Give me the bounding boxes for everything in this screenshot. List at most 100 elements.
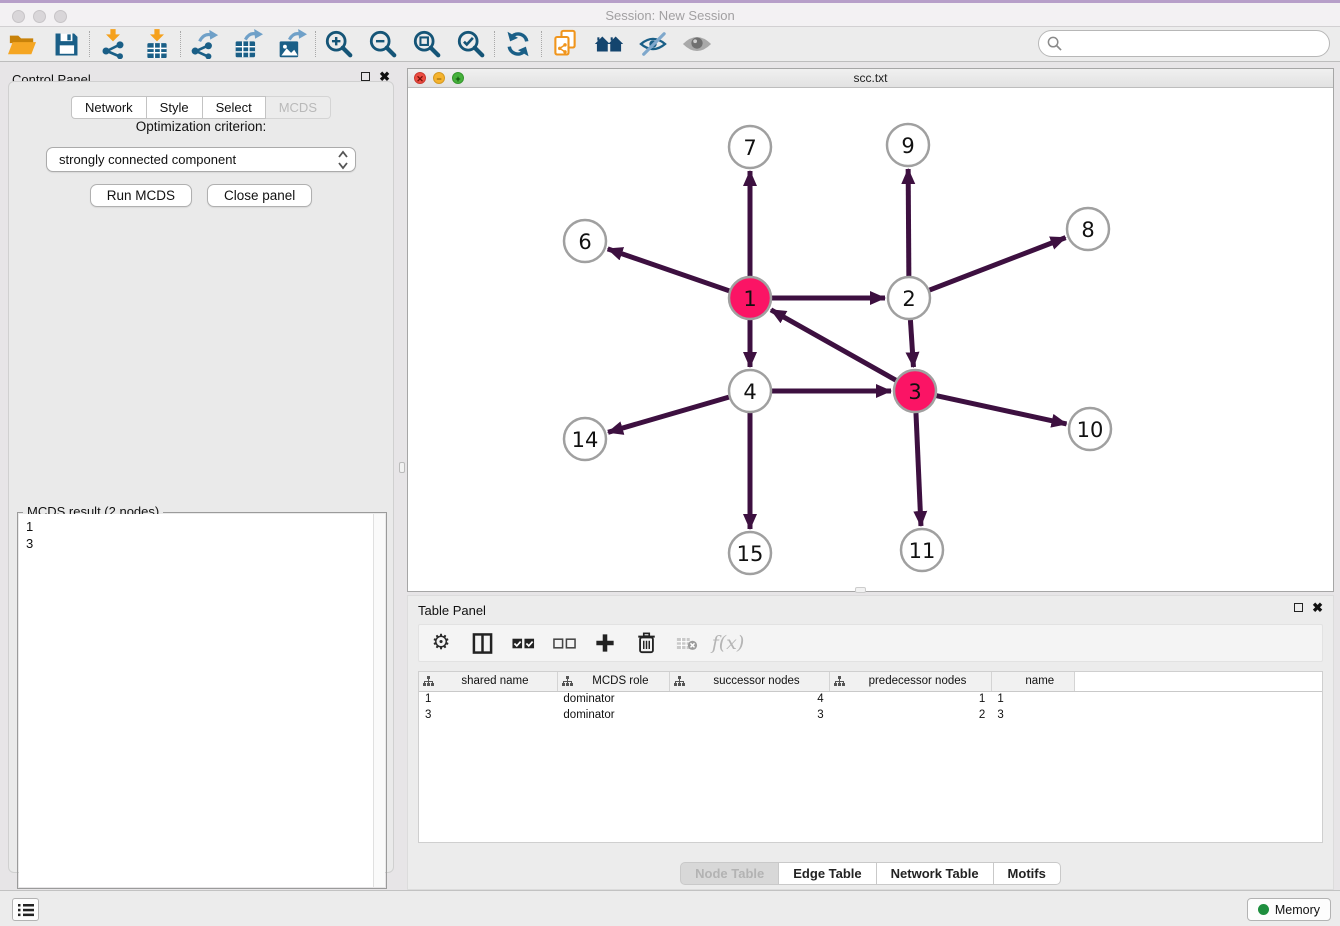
table-row[interactable]: 1dominator411 [419, 691, 1322, 707]
import-network-icon[interactable] [98, 29, 128, 59]
mcds-result-group: MCDS result (2 nodes) 1 3 [17, 512, 387, 889]
graph-node-label-9: 9 [901, 134, 914, 158]
graph-edge-3-1[interactable] [771, 310, 896, 380]
export-network-icon[interactable] [189, 29, 219, 59]
tab-edge-table[interactable]: Edge Table [779, 862, 876, 885]
table-cell[interactable]: 3 [669, 707, 829, 723]
result-scrollbar[interactable] [373, 514, 385, 887]
gear-icon[interactable]: ⚙ [429, 631, 453, 655]
close-view-icon[interactable]: ✕ [414, 72, 426, 84]
export-image-icon[interactable] [277, 29, 307, 59]
control-panel-tabs: NetworkStyleSelectMCDS [2, 96, 400, 119]
network-canvas[interactable]: 7968124314101511 [408, 88, 1333, 591]
horizontal-splitter-handle[interactable] [855, 587, 866, 593]
table-cell[interactable]: 4 [669, 691, 829, 707]
title-bar: Session: New Session [0, 0, 1340, 27]
graph-node-label-15: 15 [737, 542, 764, 566]
hide-eye-icon[interactable] [638, 29, 668, 59]
refresh-layout-icon[interactable] [503, 29, 533, 59]
graph-edge-2-9[interactable] [908, 169, 909, 276]
graph-node-label-10: 10 [1077, 418, 1104, 442]
maximize-view-icon[interactable]: + [452, 72, 464, 84]
memory-button[interactable]: Memory [1247, 898, 1331, 921]
memory-status-icon [1258, 904, 1269, 915]
add-column-icon[interactable] [593, 631, 617, 655]
node-table[interactable]: shared nameMCDS rolesuccessor nodesprede… [418, 671, 1323, 843]
select-stepper-icon [338, 150, 348, 173]
export-table-icon[interactable] [233, 29, 263, 59]
table-cell[interactable]: 1 [419, 691, 557, 707]
mcds-tab-content: Optimization criterion: strongly connect… [8, 81, 394, 873]
graph-edge-1-6[interactable] [608, 249, 730, 291]
table-cell[interactable]: dominator [557, 707, 669, 723]
graph-edge-4-14[interactable] [608, 397, 729, 432]
minimize-view-icon[interactable]: − [433, 72, 445, 84]
column-header-shared-name[interactable]: shared name [419, 672, 557, 691]
close-table-panel-icon[interactable]: ✖ [1312, 603, 1323, 612]
tab-select[interactable]: Select [203, 96, 266, 119]
tab-node-table[interactable]: Node Table [680, 862, 779, 885]
unselect-all-icon[interactable] [552, 631, 576, 655]
table-cell[interactable]: 2 [830, 707, 992, 723]
function-builder-icon: f(x) [716, 631, 740, 655]
float-panel-icon[interactable] [361, 72, 370, 81]
search-icon [1047, 36, 1062, 51]
tab-network-table[interactable]: Network Table [877, 862, 994, 885]
save-session-icon[interactable] [51, 29, 81, 59]
close-panel-icon[interactable]: ✖ [379, 72, 390, 81]
columns-icon[interactable] [470, 631, 494, 655]
graph-edge-3-11[interactable] [916, 413, 921, 526]
run-mcds-button[interactable]: Run MCDS [90, 184, 192, 207]
trash-icon[interactable] [634, 631, 658, 655]
criterion-select[interactable]: strongly connected component [46, 147, 356, 172]
graph-node-label-3: 3 [908, 380, 921, 404]
search-input[interactable] [1038, 30, 1330, 57]
task-history-button[interactable] [12, 898, 39, 921]
table-cell[interactable]: dominator [557, 691, 669, 707]
toolbar-separator [315, 31, 316, 57]
column-header-MCDS-role[interactable]: MCDS role [557, 672, 669, 691]
mcds-result-area[interactable]: 1 3 [19, 514, 385, 887]
float-table-panel-icon[interactable] [1294, 603, 1303, 612]
tab-style[interactable]: Style [147, 96, 203, 119]
column-header-successor-nodes[interactable]: successor nodes [669, 672, 829, 691]
delete-column-icon [675, 631, 699, 655]
graph-edge-2-8[interactable] [930, 238, 1066, 290]
graph-node-label-6: 6 [578, 230, 591, 254]
zoom-in-icon[interactable] [324, 29, 354, 59]
table-cell-empty [1074, 691, 1322, 707]
graph-node-label-1: 1 [743, 287, 756, 311]
table-cell[interactable]: 3 [991, 707, 1074, 723]
graph-node-label-4: 4 [743, 380, 756, 404]
tab-mcds[interactable]: MCDS [266, 96, 331, 119]
copy-network-icon[interactable] [550, 29, 580, 59]
home-views-icon[interactable] [594, 29, 624, 59]
column-header-name[interactable]: name [991, 672, 1074, 691]
optimization-criterion-label: Optimization criterion: [9, 119, 393, 134]
table-cell[interactable]: 1 [991, 691, 1074, 707]
zoom-fit-icon[interactable] [412, 29, 442, 59]
close-panel-button[interactable]: Close panel [207, 184, 312, 207]
toolbar-separator [494, 31, 495, 57]
table-cell[interactable]: 1 [830, 691, 992, 707]
zoom-out-icon[interactable] [368, 29, 398, 59]
select-all-icon[interactable] [511, 631, 535, 655]
table-row[interactable]: 3dominator323 [419, 707, 1322, 723]
list-icon [18, 903, 34, 917]
application-window: Session: New Session [0, 0, 1340, 926]
import-table-icon[interactable] [142, 29, 172, 59]
network-window-titlebar[interactable]: ✕ − + scc.txt [408, 69, 1333, 88]
graph-edge-2-3[interactable] [910, 320, 913, 367]
vertical-splitter-handle[interactable] [399, 462, 405, 473]
status-bar: Memory [0, 890, 1340, 926]
column-header-predecessor-nodes[interactable]: predecessor nodes [830, 672, 992, 691]
window-title: Session: New Session [0, 8, 1340, 23]
show-eye-icon[interactable] [682, 29, 712, 59]
table-cell[interactable]: 3 [419, 707, 557, 723]
tab-motifs[interactable]: Motifs [994, 862, 1061, 885]
zoom-selected-icon[interactable] [456, 29, 486, 59]
tab-network[interactable]: Network [71, 96, 147, 119]
graph-edge-3-10[interactable] [936, 396, 1066, 424]
graph-node-label-8: 8 [1081, 218, 1094, 242]
open-file-icon[interactable] [7, 29, 37, 59]
